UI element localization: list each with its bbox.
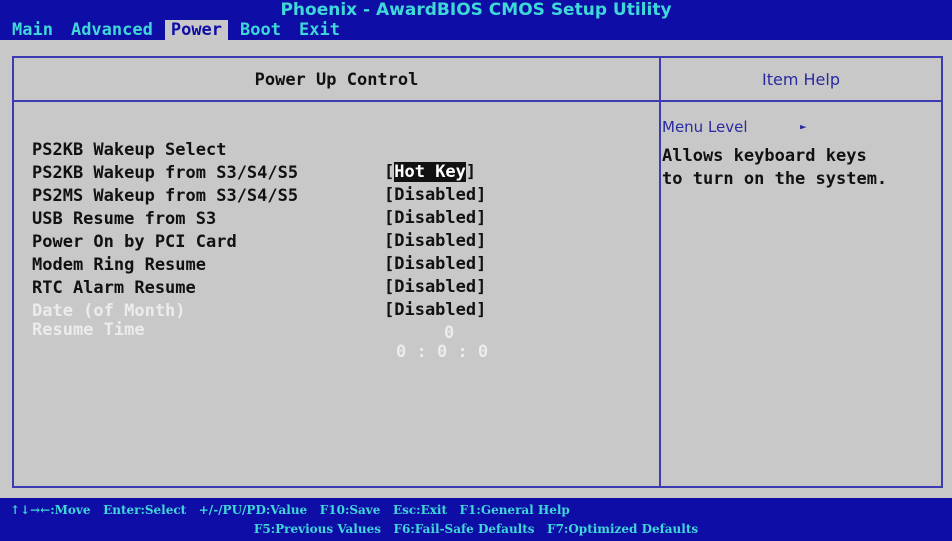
item-help-title: Item Help (661, 58, 941, 102)
setting-value[interactable]: [Disabled] (384, 299, 486, 321)
setting-rtc-alarm-resume[interactable]: RTC Alarm Resume [Disabled] (32, 255, 486, 320)
page-title: Power Up Control (14, 58, 659, 102)
setting-ps2kb-wakeup-s3s4s5[interactable]: PS2KB Wakeup from S3/S4/S5 [Disabled] (32, 140, 486, 205)
setting-label: PS2KB Wakeup Select (32, 140, 227, 160)
window-title: Phoenix - AwardBIOS CMOS Setup Utility (0, 0, 952, 20)
setting-value[interactable]: [Disabled] (384, 253, 486, 275)
menu-bar: Main Advanced Power Boot Exit (0, 20, 952, 40)
setting-power-on-pci-card[interactable]: Power On by PCI Card [Disabled] (32, 209, 486, 274)
panel-divider (659, 58, 661, 486)
setting-ps2kb-wakeup-select[interactable]: PS2KB Wakeup Select [Hot Key] (32, 117, 476, 182)
tab-power[interactable]: Power (164, 20, 229, 40)
selected-highlight[interactable]: Hot Key (394, 162, 466, 182)
setting-value[interactable]: [Disabled] (384, 230, 486, 252)
menu-level-label: Menu Level (662, 118, 748, 136)
tab-boot[interactable]: Boot (234, 20, 287, 40)
setting-value[interactable]: [Disabled] (384, 276, 486, 298)
setting-label: Resume Time (32, 320, 145, 340)
tab-main[interactable]: Main (6, 20, 59, 40)
setting-usb-resume-s3[interactable]: USB Resume from S3 [Disabled] (32, 186, 486, 251)
setting-label: Power On by PCI Card (32, 232, 237, 252)
setting-label: USB Resume from S3 (32, 209, 217, 229)
setting-modem-ring-resume[interactable]: Modem Ring Resume [Disabled] (32, 232, 486, 297)
setting-value: 0 : 0 : 0 (396, 342, 489, 362)
help-description: Allows keyboard keys to turn on the syst… (662, 146, 888, 189)
setting-value-selected[interactable]: [Hot Key] (384, 161, 476, 183)
key-legend-line-1: ↑↓→←:Move Enter:Select +/-/PU/PD:Value F… (10, 503, 570, 517)
setting-resume-time: Resume Time 0 : 0 : 0 (32, 297, 488, 362)
key-legend-line-2: F5:Previous Values F6:Fail-Safe Defaults… (253, 522, 699, 536)
tab-exit[interactable]: Exit (293, 20, 346, 40)
setting-label: PS2MS Wakeup from S3/S4/S5 (32, 186, 299, 206)
menu-level-arrow-icon: ► (800, 120, 807, 133)
setting-value[interactable]: [Disabled] (384, 184, 486, 206)
key-legend-bar: ↑↓→←:Move Enter:Select +/-/PU/PD:Value F… (0, 498, 952, 541)
setting-value[interactable]: [Disabled] (384, 207, 486, 229)
setting-ps2ms-wakeup-s3s4s5[interactable]: PS2MS Wakeup from S3/S4/S5 [Disabled] (32, 163, 486, 228)
setting-label: Modem Ring Resume (32, 255, 206, 275)
tab-advanced[interactable]: Advanced (65, 20, 159, 40)
setting-label: PS2KB Wakeup from S3/S4/S5 (32, 163, 299, 183)
setting-label: RTC Alarm Resume (32, 278, 196, 298)
